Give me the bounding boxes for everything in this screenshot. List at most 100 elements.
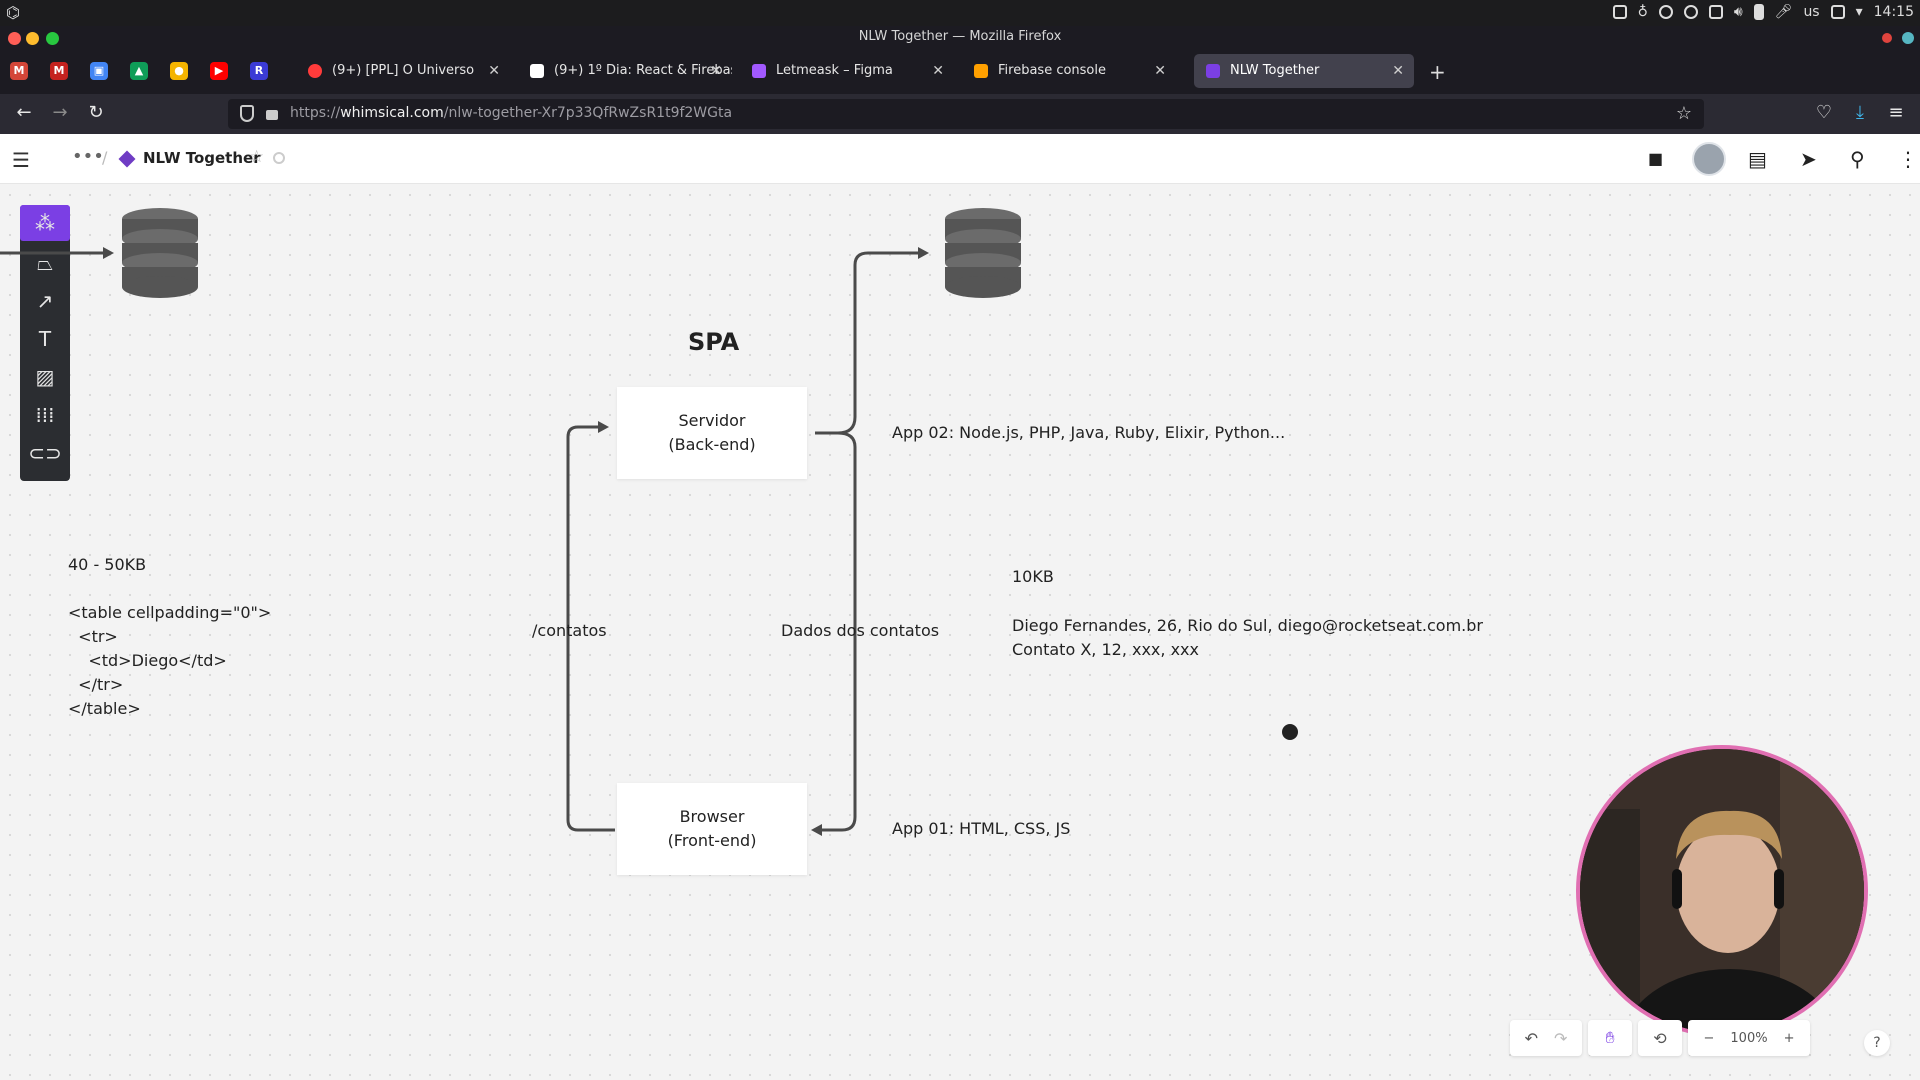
- app02-note[interactable]: App 02: Node.js, PHP, Java, Ruby, Elixir…: [892, 421, 1285, 445]
- kebab-menu-icon[interactable]: ⋮: [1898, 147, 1918, 171]
- close-tab-icon[interactable]: ✕: [1392, 54, 1404, 88]
- undo-icon[interactable]: ↶: [1525, 1029, 1538, 1048]
- arrow-server-to-database: [815, 251, 920, 435]
- board-canvas[interactable]: ⁂ ⏢ ↗ T ▨ ⁞⁞⁞ ⊂⊃ SPA Servidor (Back-end)…: [0, 185, 1920, 1080]
- bulb-icon[interactable]: ♁: [1638, 4, 1648, 20]
- new-tab-button[interactable]: +: [1429, 60, 1446, 84]
- reload-button[interactable]: ↻: [84, 102, 108, 123]
- search-icon[interactable]: ⚲: [1850, 147, 1865, 171]
- window-icon[interactable]: [1612, 5, 1627, 19]
- shield-icon[interactable]: [240, 105, 254, 122]
- server-box[interactable]: Servidor (Back-end): [617, 387, 807, 479]
- calendar-icon[interactable]: ▣: [90, 62, 108, 80]
- board-title[interactable]: NLW Together: [143, 149, 261, 167]
- battery-icon[interactable]: [1753, 4, 1764, 20]
- firebase-icon: [974, 64, 988, 78]
- status-dot-icon: [1902, 32, 1914, 44]
- zoom-out-icon[interactable]: −: [1704, 1031, 1715, 1046]
- os-menu-icon[interactable]: ⌬: [6, 3, 20, 22]
- keep-icon[interactable]: ●: [170, 62, 188, 80]
- saved-status-icon: [273, 152, 285, 164]
- contact-data-line2[interactable]: Contato X, 12, xxx, xxx: [1012, 638, 1199, 662]
- youtube-icon[interactable]: ▶: [210, 62, 228, 80]
- redo-icon[interactable]: ↷: [1554, 1029, 1567, 1048]
- pocket-icon[interactable]: ♡: [1812, 102, 1836, 123]
- mic-icon[interactable]: 🎤︎: [1775, 4, 1793, 20]
- clock[interactable]: 14:15: [1874, 4, 1914, 20]
- record-indicator-icon: [1882, 33, 1892, 43]
- app01-note[interactable]: App 01: HTML, CSS, JS: [892, 817, 1070, 841]
- app-icon[interactable]: R: [250, 62, 268, 80]
- history-icon[interactable]: ⟲: [1638, 1020, 1682, 1056]
- target-icon[interactable]: [1658, 5, 1673, 19]
- canvas-controls: ↶ ↷ ✋︎ ⟲ − 100% +: [1510, 1020, 1810, 1056]
- zoom-in-icon[interactable]: +: [1784, 1031, 1795, 1046]
- display-icon[interactable]: [1830, 5, 1845, 19]
- database-icon[interactable]: [120, 207, 200, 301]
- notion-icon: [530, 64, 544, 78]
- tab-label: Letmeask – Figma: [776, 63, 893, 78]
- undo-redo-group: ↶ ↷: [1510, 1020, 1582, 1056]
- contact-data-line1[interactable]: Diego Fernandes, 26, Rio do Sul, diego@r…: [1012, 614, 1483, 638]
- chevron-down-icon[interactable]: ▾: [1856, 4, 1863, 20]
- lock-icon[interactable]: ■: [1648, 149, 1663, 168]
- diagram-title[interactable]: SPA: [688, 328, 739, 356]
- forward-button[interactable]: →: [48, 102, 72, 123]
- hand-cursor-icon: [1282, 724, 1298, 740]
- close-tab-icon[interactable]: ✕: [932, 54, 944, 88]
- hand-tool-button[interactable]: ✋︎: [1588, 1020, 1632, 1056]
- tab-ppl-o-universo[interactable]: (9+) [PPL] O Universo ✕: [296, 54, 510, 88]
- arrowhead: [598, 421, 609, 433]
- tab-nlw-together[interactable]: NLW Together ✕: [1194, 54, 1414, 88]
- close-tab-icon[interactable]: ✕: [710, 54, 722, 88]
- browser-box-line2: (Front-end): [667, 831, 757, 850]
- window-title-bar: NLW Together — Mozilla Firefox: [0, 26, 1920, 48]
- tab-label: NLW Together: [1230, 63, 1320, 78]
- browser-box[interactable]: Browser (Front-end): [617, 783, 807, 875]
- database-icon[interactable]: [943, 207, 1023, 301]
- arrowhead: [811, 824, 822, 836]
- sidebar-toggle-icon[interactable]: ☰: [12, 148, 30, 172]
- close-tab-icon[interactable]: ✕: [1154, 54, 1166, 88]
- close-tab-icon[interactable]: ✕: [488, 54, 500, 88]
- keyboard-layout[interactable]: us: [1803, 4, 1819, 20]
- figma-icon: [752, 64, 766, 78]
- gmail-icon[interactable]: M: [10, 62, 28, 80]
- close-window-button[interactable]: [8, 32, 21, 45]
- volume-icon[interactable]: 🔊︎: [1734, 4, 1743, 20]
- payload-size-json[interactable]: 10KB: [1012, 565, 1054, 589]
- url-bar[interactable]: https://whimsical.com/nlw-together-Xr7p3…: [228, 99, 1704, 129]
- share-icon[interactable]: ➤: [1800, 147, 1817, 171]
- zoom-level[interactable]: 100%: [1730, 1031, 1767, 1046]
- tab-react-firebase[interactable]: (9+) 1º Dia: React & Firebas ✕: [518, 54, 732, 88]
- download-icon[interactable]: ⤓: [1848, 102, 1872, 123]
- back-button[interactable]: ←: [12, 102, 36, 123]
- request-edge-label[interactable]: /contatos: [532, 619, 607, 643]
- response-edge-label[interactable]: Dados dos contatos: [781, 619, 939, 643]
- url-text[interactable]: https://whimsical.com/nlw-together-Xr7p3…: [290, 105, 732, 121]
- network-icon[interactable]: [1683, 5, 1698, 19]
- help-button[interactable]: ?: [1864, 1030, 1890, 1056]
- comments-icon[interactable]: ▤: [1748, 147, 1767, 171]
- avatar[interactable]: [1692, 142, 1726, 176]
- app-header: ☰ ••• / NLW Together ☆ ■ ▤ ➤ ⚲ ⋮: [0, 134, 1920, 184]
- drive-icon[interactable]: ▲: [130, 62, 148, 80]
- tab-label: Firebase console: [998, 63, 1106, 78]
- favorite-star-icon[interactable]: ☆: [249, 147, 264, 167]
- tab-figma[interactable]: Letmeask – Figma ✕: [740, 54, 954, 88]
- lock-icon[interactable]: [266, 110, 278, 120]
- youtube-icon: [308, 64, 322, 78]
- payload-size-html[interactable]: 40 - 50KB: [68, 553, 146, 577]
- navigation-bar: ← → ↻ https://whimsical.com/nlw-together…: [0, 94, 1920, 134]
- more-options-icon[interactable]: •••: [72, 146, 104, 167]
- zoom-control: − 100% +: [1688, 1020, 1810, 1056]
- maximize-window-button[interactable]: [46, 32, 59, 45]
- html-table-snippet[interactable]: <table cellpadding="0"> <tr> <td>Diego</…: [68, 601, 271, 721]
- os-top-bar: ⌬ ♁ 🔊︎ 🎤︎ us ▾ 14:15: [0, 0, 1920, 26]
- minimize-window-button[interactable]: [26, 32, 39, 45]
- gmail-icon[interactable]: M: [50, 62, 68, 80]
- tab-firebase-console[interactable]: Firebase console ✕: [962, 54, 1176, 88]
- hamburger-menu-icon[interactable]: ≡: [1884, 102, 1908, 123]
- clipboard-icon[interactable]: [1708, 5, 1723, 19]
- bookmark-star-icon[interactable]: ☆: [1676, 103, 1692, 124]
